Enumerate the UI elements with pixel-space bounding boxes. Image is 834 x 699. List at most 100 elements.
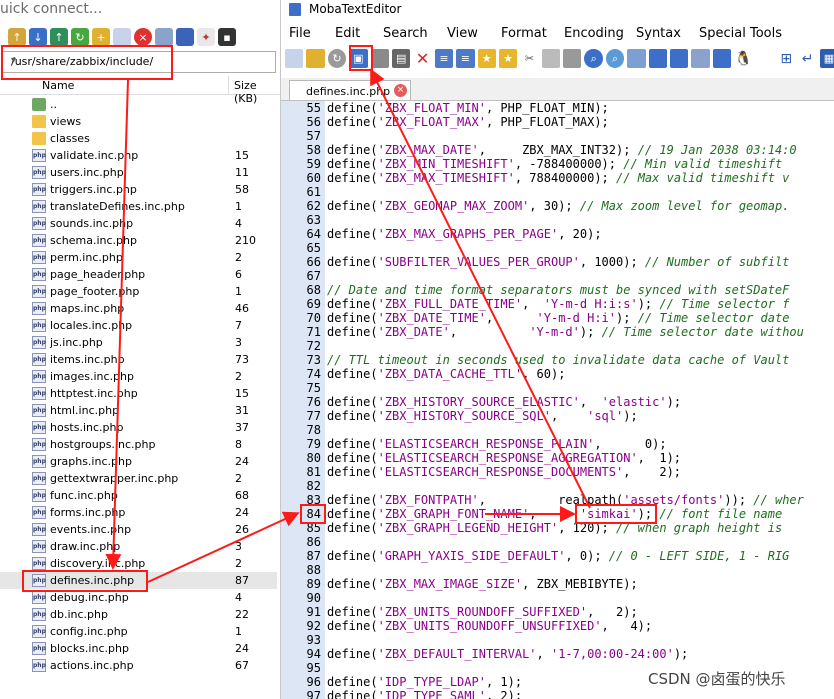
code-line: 92 define('ZBX_UNITS_ROUNDOFF_UNSUFFIXED'… xyxy=(281,619,834,633)
line-text: define('ZBX_UNITS_ROUNDOFF_UNSUFFIXED', … xyxy=(327,619,653,633)
new-folder-icon[interactable]: + xyxy=(92,28,110,46)
file-row[interactable]: php func.inc.php 68 xyxy=(0,487,277,504)
path-input[interactable]: /usr/share/zabbix/include/ ▾ xyxy=(2,51,276,73)
file-row[interactable]: php defines.inc.php 87 xyxy=(0,572,277,589)
file-row[interactable]: php perm.inc.php 2 xyxy=(0,249,277,266)
copy-icon[interactable] xyxy=(541,49,561,68)
menu-special-tools[interactable]: Special Tools xyxy=(699,26,782,41)
line-number: 89 xyxy=(306,577,321,591)
replace-icon[interactable]: ⌕ xyxy=(605,49,625,68)
file-row[interactable]: php locales.inc.php 7 xyxy=(0,317,277,334)
file-row[interactable]: php sounds.inc.php 4 xyxy=(0,215,277,232)
close-icon[interactable]: ✕ xyxy=(413,49,432,68)
file-row[interactable]: php maps.inc.php 46 xyxy=(0,300,277,317)
magic-wand-icon[interactable]: ✦ xyxy=(197,28,215,46)
file-size: 73 xyxy=(235,353,249,366)
upload-icon[interactable]: ↑ xyxy=(50,28,68,46)
file-row[interactable]: php blocks.inc.php 24 xyxy=(0,640,277,657)
cut-icon[interactable]: ✂ xyxy=(520,49,539,68)
file-row[interactable]: .. xyxy=(0,96,277,113)
close-tab-icon[interactable]: × xyxy=(394,84,407,97)
menu-format[interactable]: Format xyxy=(501,26,547,41)
file-row[interactable]: php debug.inc.php 4 xyxy=(0,589,277,606)
linux-icon[interactable]: 🐧 xyxy=(734,49,753,68)
print-icon[interactable]: ▤ xyxy=(391,49,411,68)
save-icon[interactable]: ▣ xyxy=(349,49,368,68)
file-row[interactable]: php triggers.inc.php 58 xyxy=(0,181,277,198)
file-name: perm.inc.php xyxy=(50,251,123,264)
file-row[interactable]: php gettextwrapper.inc.php 2 xyxy=(0,470,277,487)
search-icon[interactable]: ⌕ xyxy=(584,49,603,68)
code-line: 85 define('ZBX_GRAPH_LEGEND_HEIGHT', 120)… xyxy=(281,521,834,535)
new-file-icon[interactable] xyxy=(285,49,304,68)
php-file-icon: php xyxy=(32,370,46,383)
new-file-icon[interactable] xyxy=(113,28,131,46)
file-row[interactable]: php draw.inc.php 3 xyxy=(0,538,277,555)
file-name: triggers.inc.php xyxy=(50,183,137,196)
document-icon[interactable] xyxy=(691,49,710,68)
star-icon[interactable]: ★ xyxy=(498,49,518,68)
outdent-icon[interactable]: ≡ xyxy=(456,49,475,68)
compare-icon[interactable] xyxy=(627,49,646,68)
file-row[interactable]: php validate.inc.php 15 xyxy=(0,147,277,164)
file-row[interactable]: php images.inc.php 2 xyxy=(0,368,277,385)
file-row[interactable]: php hosts.inc.php 37 xyxy=(0,419,277,436)
quick-connect-field[interactable]: uick connect... xyxy=(0,0,280,20)
download-icon[interactable]: ↓ xyxy=(29,28,47,46)
file-row[interactable]: php translateDefines.inc.php 1 xyxy=(0,198,277,215)
php-file-icon: php xyxy=(32,336,46,349)
file-row[interactable]: php events.inc.php 26 xyxy=(0,521,277,538)
open-folder-icon[interactable] xyxy=(306,49,325,68)
window-icon[interactable] xyxy=(670,49,689,68)
file-row[interactable]: php db.inc.php 22 xyxy=(0,606,277,623)
paste-icon[interactable] xyxy=(563,49,582,68)
file-row[interactable]: php page_header.php 6 xyxy=(0,266,277,283)
file-row[interactable]: php discovery.inc.php 2 xyxy=(0,555,277,572)
file-row[interactable]: php graphs.inc.php 24 xyxy=(0,453,277,470)
menu-syntax[interactable]: Syntax xyxy=(636,26,681,41)
menu-search[interactable]: Search xyxy=(383,26,428,41)
file-row[interactable]: php page_footer.php 1 xyxy=(0,283,277,300)
code-area[interactable]: 55 define('ZBX_FLOAT_MIN', PHP_FLOAT_MIN)… xyxy=(281,101,834,699)
file-row[interactable]: php actions.inc.php 67 xyxy=(0,657,277,674)
line-number: 78 xyxy=(306,423,321,437)
file-row[interactable]: php users.inc.php 11 xyxy=(0,164,277,181)
column-header-name[interactable]: Name xyxy=(42,79,74,92)
parent-folder-icon[interactable]: ↑ xyxy=(8,28,26,46)
indent-icon[interactable]: ≡ xyxy=(434,49,454,68)
save-as-icon[interactable] xyxy=(370,49,389,68)
file-row[interactable]: php config.inc.php 1 xyxy=(0,623,277,640)
line-number: 61 xyxy=(306,185,321,199)
word-wrap-icon[interactable]: ↵ xyxy=(798,49,817,68)
split-view-icon[interactable] xyxy=(648,49,668,68)
file-row[interactable]: php html.inc.php 31 xyxy=(0,402,277,419)
file-row[interactable]: php schema.inc.php 210 xyxy=(0,232,277,249)
menu-file[interactable]: File xyxy=(289,26,311,41)
file-row[interactable]: php forms.inc.php 24 xyxy=(0,504,277,521)
file-row[interactable]: php items.inc.php 73 xyxy=(0,351,277,368)
php-file-icon: php xyxy=(32,285,46,298)
file-row[interactable]: views xyxy=(0,113,277,130)
file-name: db.inc.php xyxy=(50,608,108,621)
reload-icon[interactable]: ↻ xyxy=(327,49,347,68)
menu-encoding[interactable]: Encoding xyxy=(564,26,624,41)
terminal-icon[interactable] xyxy=(176,28,194,46)
text-file-icon[interactable] xyxy=(155,28,173,46)
refresh-icon[interactable]: ↻ xyxy=(71,28,89,46)
file-row[interactable]: php js.inc.php 3 xyxy=(0,334,277,351)
chevron-down-icon[interactable]: ▾ xyxy=(11,55,271,66)
tab-defines-inc-php[interactable]: defines.inc.php × xyxy=(289,80,411,100)
file-row[interactable]: php httptest.inc.php 15 xyxy=(0,385,277,402)
apple-icon[interactable] xyxy=(755,49,774,68)
file-row[interactable]: php hostgroups.inc.php 8 xyxy=(0,436,277,453)
menu-view[interactable]: View xyxy=(447,26,478,41)
file-row[interactable]: classes xyxy=(0,130,277,147)
windows-icon[interactable]: ⊞ xyxy=(776,49,796,68)
export-icon[interactable] xyxy=(712,49,732,68)
menu-edit[interactable]: Edit xyxy=(335,26,360,41)
settings-icon[interactable]: ▦ xyxy=(819,49,834,68)
file-size: 68 xyxy=(235,489,249,502)
bookmark-icon[interactable]: ★ xyxy=(477,49,496,68)
console-icon[interactable]: ▪ xyxy=(218,28,236,46)
delete-icon[interactable]: × xyxy=(134,28,152,46)
